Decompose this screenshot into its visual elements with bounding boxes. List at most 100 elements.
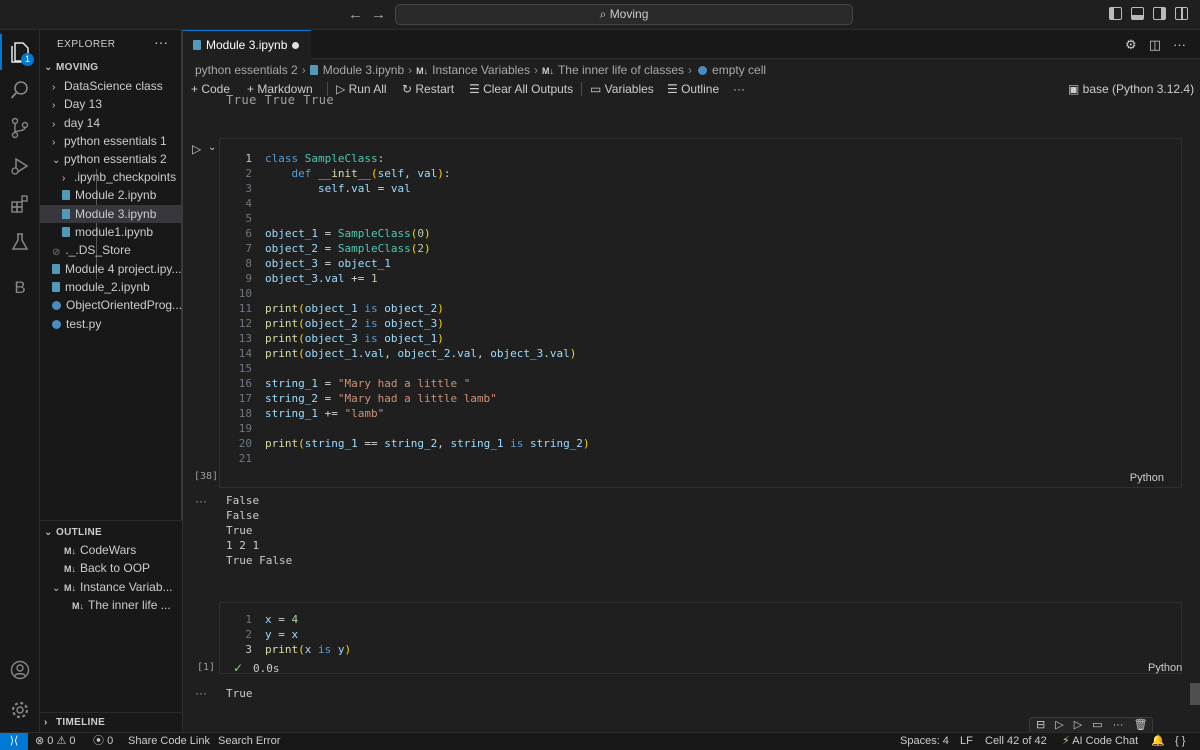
split-cell-icon[interactable]: ▭ [1092, 718, 1102, 732]
split-editor-icon[interactable]: ◫ [1149, 37, 1161, 53]
outline-item-codewars[interactable]: M↓ CodeWars [40, 541, 182, 559]
outline-header[interactable]: ⌄ OUTLINE [40, 524, 182, 542]
tree-folder-day13[interactable]: › Day 13 [40, 95, 182, 113]
code-text[interactable]: def __init__(self, val): [265, 166, 451, 181]
outline-item-inner-life[interactable]: M↓ The inner life ... [40, 596, 182, 614]
run-debug-icon[interactable] [0, 148, 40, 184]
outline-button[interactable]: ☰ Outline [667, 79, 719, 99]
code-line[interactable]: 16 string_1 = "Mary had a little " [220, 376, 1181, 391]
search-icon[interactable] [0, 72, 40, 108]
execute-above-icon[interactable]: ⊟ [1036, 718, 1045, 732]
toggle-primary-sidebar-icon[interactable] [1109, 7, 1122, 20]
cell-language-label[interactable]: Python [1130, 472, 1164, 484]
variables-button[interactable]: ▭ Variables [590, 79, 654, 99]
search-error-item[interactable]: Search Error [218, 733, 280, 750]
tree-file-module-2-underscore[interactable]: module_2.ipynb [40, 278, 182, 296]
code-text[interactable]: object_2 = SampleClass(2) [265, 241, 431, 256]
code-text[interactable]: print(object_1 is object_2) [265, 301, 444, 316]
code-line[interactable]: 19 [220, 421, 1181, 436]
output-more-icon[interactable]: ··· [195, 494, 207, 508]
code-line[interactable]: 17 string_2 = "Mary had a little lamb" [220, 391, 1181, 406]
workspace-root[interactable]: ⌄ MOVING [40, 59, 182, 77]
code-line[interactable]: 18 string_1 += "lamb" [220, 406, 1181, 421]
tree-file-object-oriented[interactable]: ObjectOrientedProg... [40, 296, 182, 314]
run-below-icon[interactable]: ▷ [1074, 718, 1082, 732]
notifications-bell-icon[interactable]: 🔔 [1151, 733, 1165, 750]
code-line[interactable]: 3 self.val = val [220, 181, 1181, 196]
code-cell-2[interactable]: 1 x = 4 2 y = x 3 print(x is y) [219, 602, 1182, 674]
indentation-indicator[interactable]: Spaces: 4 [900, 733, 949, 750]
tree-file-module-4-project[interactable]: Module 4 project.ipy... [40, 260, 182, 278]
back-arrow-icon[interactable]: ← [348, 6, 371, 23]
code-line[interactable]: 13 print(object_3 is object_1) [220, 331, 1181, 346]
accounts-icon[interactable] [0, 652, 40, 688]
code-line[interactable]: 7 object_2 = SampleClass(2) [220, 241, 1181, 256]
code-text[interactable]: print(x is y) [265, 642, 351, 657]
code-line[interactable]: 12 print(object_2 is object_3) [220, 316, 1181, 331]
explorer-more-icon[interactable]: ··· [154, 34, 168, 50]
breadcrumb-item[interactable]: empty cell [712, 63, 766, 77]
code-text[interactable]: string_2 = "Mary had a little lamb" [265, 391, 497, 406]
code-line[interactable]: 20 print(string_1 == string_2, string_1 i… [220, 436, 1181, 451]
code-line[interactable]: 1 class SampleClass: [220, 151, 1181, 166]
code-line[interactable]: 2 y = x [220, 627, 1181, 642]
toolbar-more-icon[interactable]: ··· [733, 79, 745, 99]
code-line[interactable]: 3 print(x is y) [220, 642, 1181, 657]
code-text[interactable]: print(object_3 is object_1) [265, 331, 444, 346]
problems-indicator[interactable]: ⊗ 0 ⚠ 0 [35, 733, 76, 750]
ai-code-chat[interactable]: ⚡ AI Code Chat [1062, 733, 1138, 750]
tree-file-test-py[interactable]: test.py [40, 315, 182, 333]
ports-indicator[interactable]: ⦿ 0 [93, 733, 113, 750]
eol-indicator[interactable]: LF [960, 733, 973, 750]
b-extension-icon[interactable]: B [0, 270, 40, 306]
language-mode-indicator[interactable]: { } [1175, 733, 1185, 750]
run-cell-icon[interactable]: ▷ [192, 142, 201, 156]
code-text[interactable]: object_1 = SampleClass(0) [265, 226, 431, 241]
outline-item-instance-variables[interactable]: ⌄ M↓ Instance Variab... [40, 578, 182, 596]
toggle-secondary-sidebar-icon[interactable] [1153, 7, 1166, 20]
breadcrumb-item[interactable]: python essentials 2 [195, 63, 298, 77]
code-line[interactable]: 10 [220, 286, 1181, 301]
code-line[interactable]: 6 object_1 = SampleClass(0) [220, 226, 1181, 241]
code-text[interactable]: x = 4 [265, 612, 298, 627]
unsaved-dot-icon[interactable] [292, 42, 299, 49]
cell-position-indicator[interactable]: Cell 42 of 42 [985, 733, 1047, 750]
customize-layout-icon[interactable] [1175, 7, 1188, 20]
tree-folder-python-essentials-1[interactable]: › python essentials 1 [40, 132, 182, 150]
gear-icon[interactable]: ⚙ [1125, 37, 1137, 53]
code-line[interactable]: 9 object_3.val += 1 [220, 271, 1181, 286]
code-text[interactable]: class SampleClass: [265, 151, 384, 166]
restart-button[interactable]: ↻ Restart [402, 79, 454, 99]
code-line[interactable]: 15 [220, 361, 1181, 376]
tab-module-3[interactable]: Module 3.ipynb [183, 30, 311, 59]
code-line[interactable]: 1 x = 4 [220, 612, 1181, 627]
code-line[interactable]: 5 [220, 211, 1181, 226]
code-text[interactable]: string_1 = "Mary had a little " [265, 376, 470, 391]
tree-folder-datascience[interactable]: › DataScience class [40, 77, 182, 95]
code-line[interactable]: 21 [220, 451, 1181, 466]
code-text[interactable]: object_3 = object_1 [265, 256, 391, 271]
more-actions-icon[interactable]: ··· [1173, 37, 1186, 53]
code-text[interactable]: object_3.val += 1 [265, 271, 378, 286]
share-code-link[interactable]: Share Code Link [128, 733, 210, 750]
cell-language-label[interactable]: Python [1148, 662, 1182, 674]
remote-icon[interactable]: ⟩⟨ [0, 733, 28, 750]
code-cell-1[interactable]: 1 class SampleClass: 2 def __init__(self, … [219, 138, 1182, 488]
delete-cell-icon[interactable]: 🗑 [1134, 718, 1148, 732]
code-text[interactable]: print(string_1 == string_2, string_1 is … [265, 436, 590, 451]
source-control-icon[interactable] [0, 110, 40, 146]
tree-folder-ipynb-checkpoints[interactable]: › .ipynb_checkpoints [40, 168, 182, 186]
code-line[interactable]: 2 def __init__(self, val): [220, 166, 1181, 181]
tree-file-module1[interactable]: module1.ipynb [40, 223, 182, 241]
tree-file-module-2[interactable]: Module 2.ipynb [40, 186, 182, 204]
code-line[interactable]: 4 [220, 196, 1181, 211]
outline-item-back-to-oop[interactable]: M↓ Back to OOP [40, 559, 182, 577]
timeline-header[interactable]: › TIMELINE [40, 714, 182, 732]
code-text[interactable]: print(object_1.val, object_2.val, object… [265, 346, 576, 361]
tree-folder-python-essentials-2[interactable]: ⌄ python essentials 2 [40, 150, 182, 168]
tree-file-ds-store[interactable]: ⊘ ._.DS_Store [40, 241, 182, 259]
code-text[interactable]: y = x [265, 627, 298, 642]
output-more-icon[interactable]: ··· [195, 686, 207, 700]
extensions-icon[interactable] [0, 186, 40, 222]
breadcrumb-item[interactable]: Module 3.ipynb [323, 63, 404, 77]
